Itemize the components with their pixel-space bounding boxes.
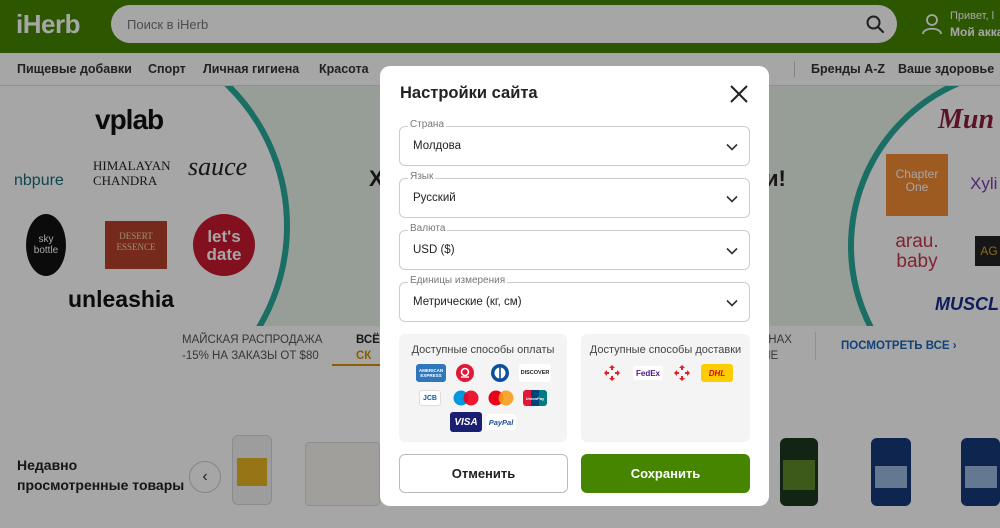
modal-title: Настройки сайта <box>400 84 538 102</box>
diners-club-icon <box>491 364 509 382</box>
chevron-down-icon <box>726 195 738 203</box>
paypal-icon: PayPal <box>486 414 516 430</box>
jcb-icon: JCB <box>419 390 441 406</box>
currency-label: Валюта <box>408 223 448 234</box>
units-label: Единицы измерения <box>408 275 508 286</box>
units-select[interactable]: Единицы измерения Метрические (кг, см) <box>399 275 750 322</box>
country-value: Молдова <box>413 140 462 152</box>
site-settings-modal: Настройки сайта Страна Молдова Язык Русс… <box>380 66 769 506</box>
currency-value: USD ($) <box>413 244 455 256</box>
payment-methods-panel: Доступные способы оплаты AMERICAN EXPRES… <box>399 334 567 442</box>
country-select[interactable]: Страна Молдова <box>399 119 750 166</box>
chevron-down-icon <box>726 143 738 151</box>
nova-poshta-icon <box>674 365 690 381</box>
chevron-down-icon <box>726 299 738 307</box>
nova-poshta-icon <box>604 365 620 381</box>
visa-icon: VISA <box>450 412 482 432</box>
dhl-icon: DHL <box>701 364 733 382</box>
unionpay-icon: UnionPay <box>523 390 547 406</box>
units-value: Метрические (кг, см) <box>413 296 522 308</box>
discover-icon: DISCOVER <box>519 364 551 382</box>
maestro-icon <box>453 390 479 406</box>
language-label: Язык <box>408 171 436 182</box>
amex-icon: AMERICAN EXPRESS <box>416 364 446 382</box>
red-payment-icon <box>456 364 474 382</box>
close-icon[interactable] <box>728 83 750 105</box>
save-button[interactable]: Сохранить <box>581 454 750 493</box>
chevron-down-icon <box>726 247 738 255</box>
language-value: Русский <box>413 192 456 204</box>
payment-methods-title: Доступные способы оплаты <box>411 344 555 356</box>
fedex-icon: FedEx <box>633 366 663 380</box>
country-label: Страна <box>408 119 447 130</box>
delivery-methods-panel: Доступные способы доставки FedEx DHL <box>581 334 750 442</box>
language-select[interactable]: Язык Русский <box>399 171 750 218</box>
cancel-button[interactable]: Отменить <box>399 454 568 493</box>
delivery-methods-title: Доступные способы доставки <box>589 344 742 356</box>
mastercard-icon <box>488 390 514 406</box>
currency-select[interactable]: Валюта USD ($) <box>399 223 750 270</box>
